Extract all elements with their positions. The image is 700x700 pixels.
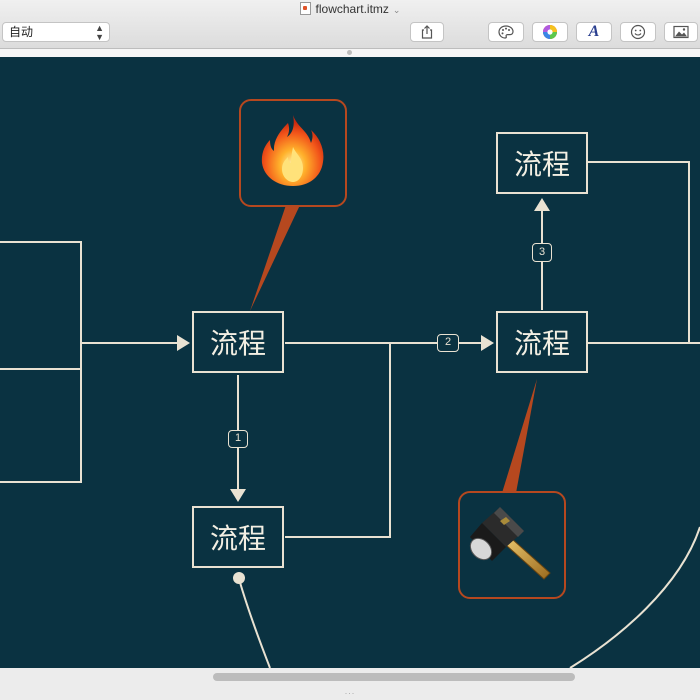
document-icon <box>299 2 311 15</box>
arrowhead-into-top <box>534 198 550 211</box>
curve-bottom-left <box>238 578 271 668</box>
horizontal-scrollbar-thumb[interactable] <box>213 673 575 681</box>
palette-icon <box>498 25 514 39</box>
image-button[interactable] <box>664 22 698 42</box>
select-arrows-icon: ▲ ▼ <box>95 23 104 42</box>
curve-bottom-right <box>569 526 700 668</box>
font-icon: A <box>588 23 600 40</box>
left-bracket-lower <box>0 369 82 483</box>
hammer-callout[interactable] <box>458 491 566 599</box>
window-titlebar: flowchart.itmz ⌄ 自动 ▲ ▼ A <box>0 0 700 49</box>
fire-callout-pointer <box>250 205 300 311</box>
edge-label-1[interactable]: 1 <box>228 430 248 448</box>
arrowhead-into-center <box>177 335 190 351</box>
emoji-icon <box>630 24 646 40</box>
flow-node-top[interactable]: 流程 <box>496 132 588 194</box>
status-dots: ... <box>344 686 356 696</box>
arrowhead-into-right <box>481 335 494 351</box>
image-icon <box>673 25 689 39</box>
connector-down-to-right <box>285 343 391 538</box>
connector-layer <box>0 161 700 668</box>
flow-node-down[interactable]: 流程 <box>192 506 284 568</box>
zoom-select-value: 自动 <box>9 25 34 39</box>
emoji-button[interactable] <box>620 22 656 42</box>
toolbar-divider <box>0 49 700 57</box>
font-button[interactable]: A <box>576 22 612 42</box>
window-title: flowchart.itmz ⌄ <box>0 2 700 16</box>
arrowhead-into-down <box>230 489 246 502</box>
edge-label-2[interactable]: 2 <box>437 334 459 352</box>
flow-node-right[interactable]: 流程 <box>496 311 588 373</box>
color-wheel-icon <box>543 25 557 39</box>
colors-button[interactable] <box>532 22 568 42</box>
hammer-callout-pointer <box>502 379 537 493</box>
share-icon <box>421 25 433 39</box>
zoom-select[interactable]: 自动 ▲ ▼ <box>2 22 110 42</box>
horizontal-scrollbar-area: ... <box>0 668 700 700</box>
fire-icon <box>261 115 324 186</box>
hammer-icon <box>469 507 551 580</box>
flow-node-center[interactable]: 流程 <box>192 311 284 373</box>
connector-top-right-wrap <box>588 161 690 343</box>
share-button[interactable] <box>410 22 444 42</box>
left-bracket-upper <box>0 241 82 370</box>
diagram-canvas[interactable]: 1 2 3 流程 流程 流程 流程 <box>0 57 700 668</box>
style-palette-button[interactable] <box>488 22 524 42</box>
fire-callout[interactable] <box>239 99 347 207</box>
edge-label-3[interactable]: 3 <box>532 243 552 262</box>
window-title-text: flowchart.itmz <box>315 2 389 16</box>
curve-anchor-dot <box>233 572 245 584</box>
title-menu-chevron-icon[interactable]: ⌄ <box>393 5 401 15</box>
resize-handle[interactable] <box>347 50 352 55</box>
